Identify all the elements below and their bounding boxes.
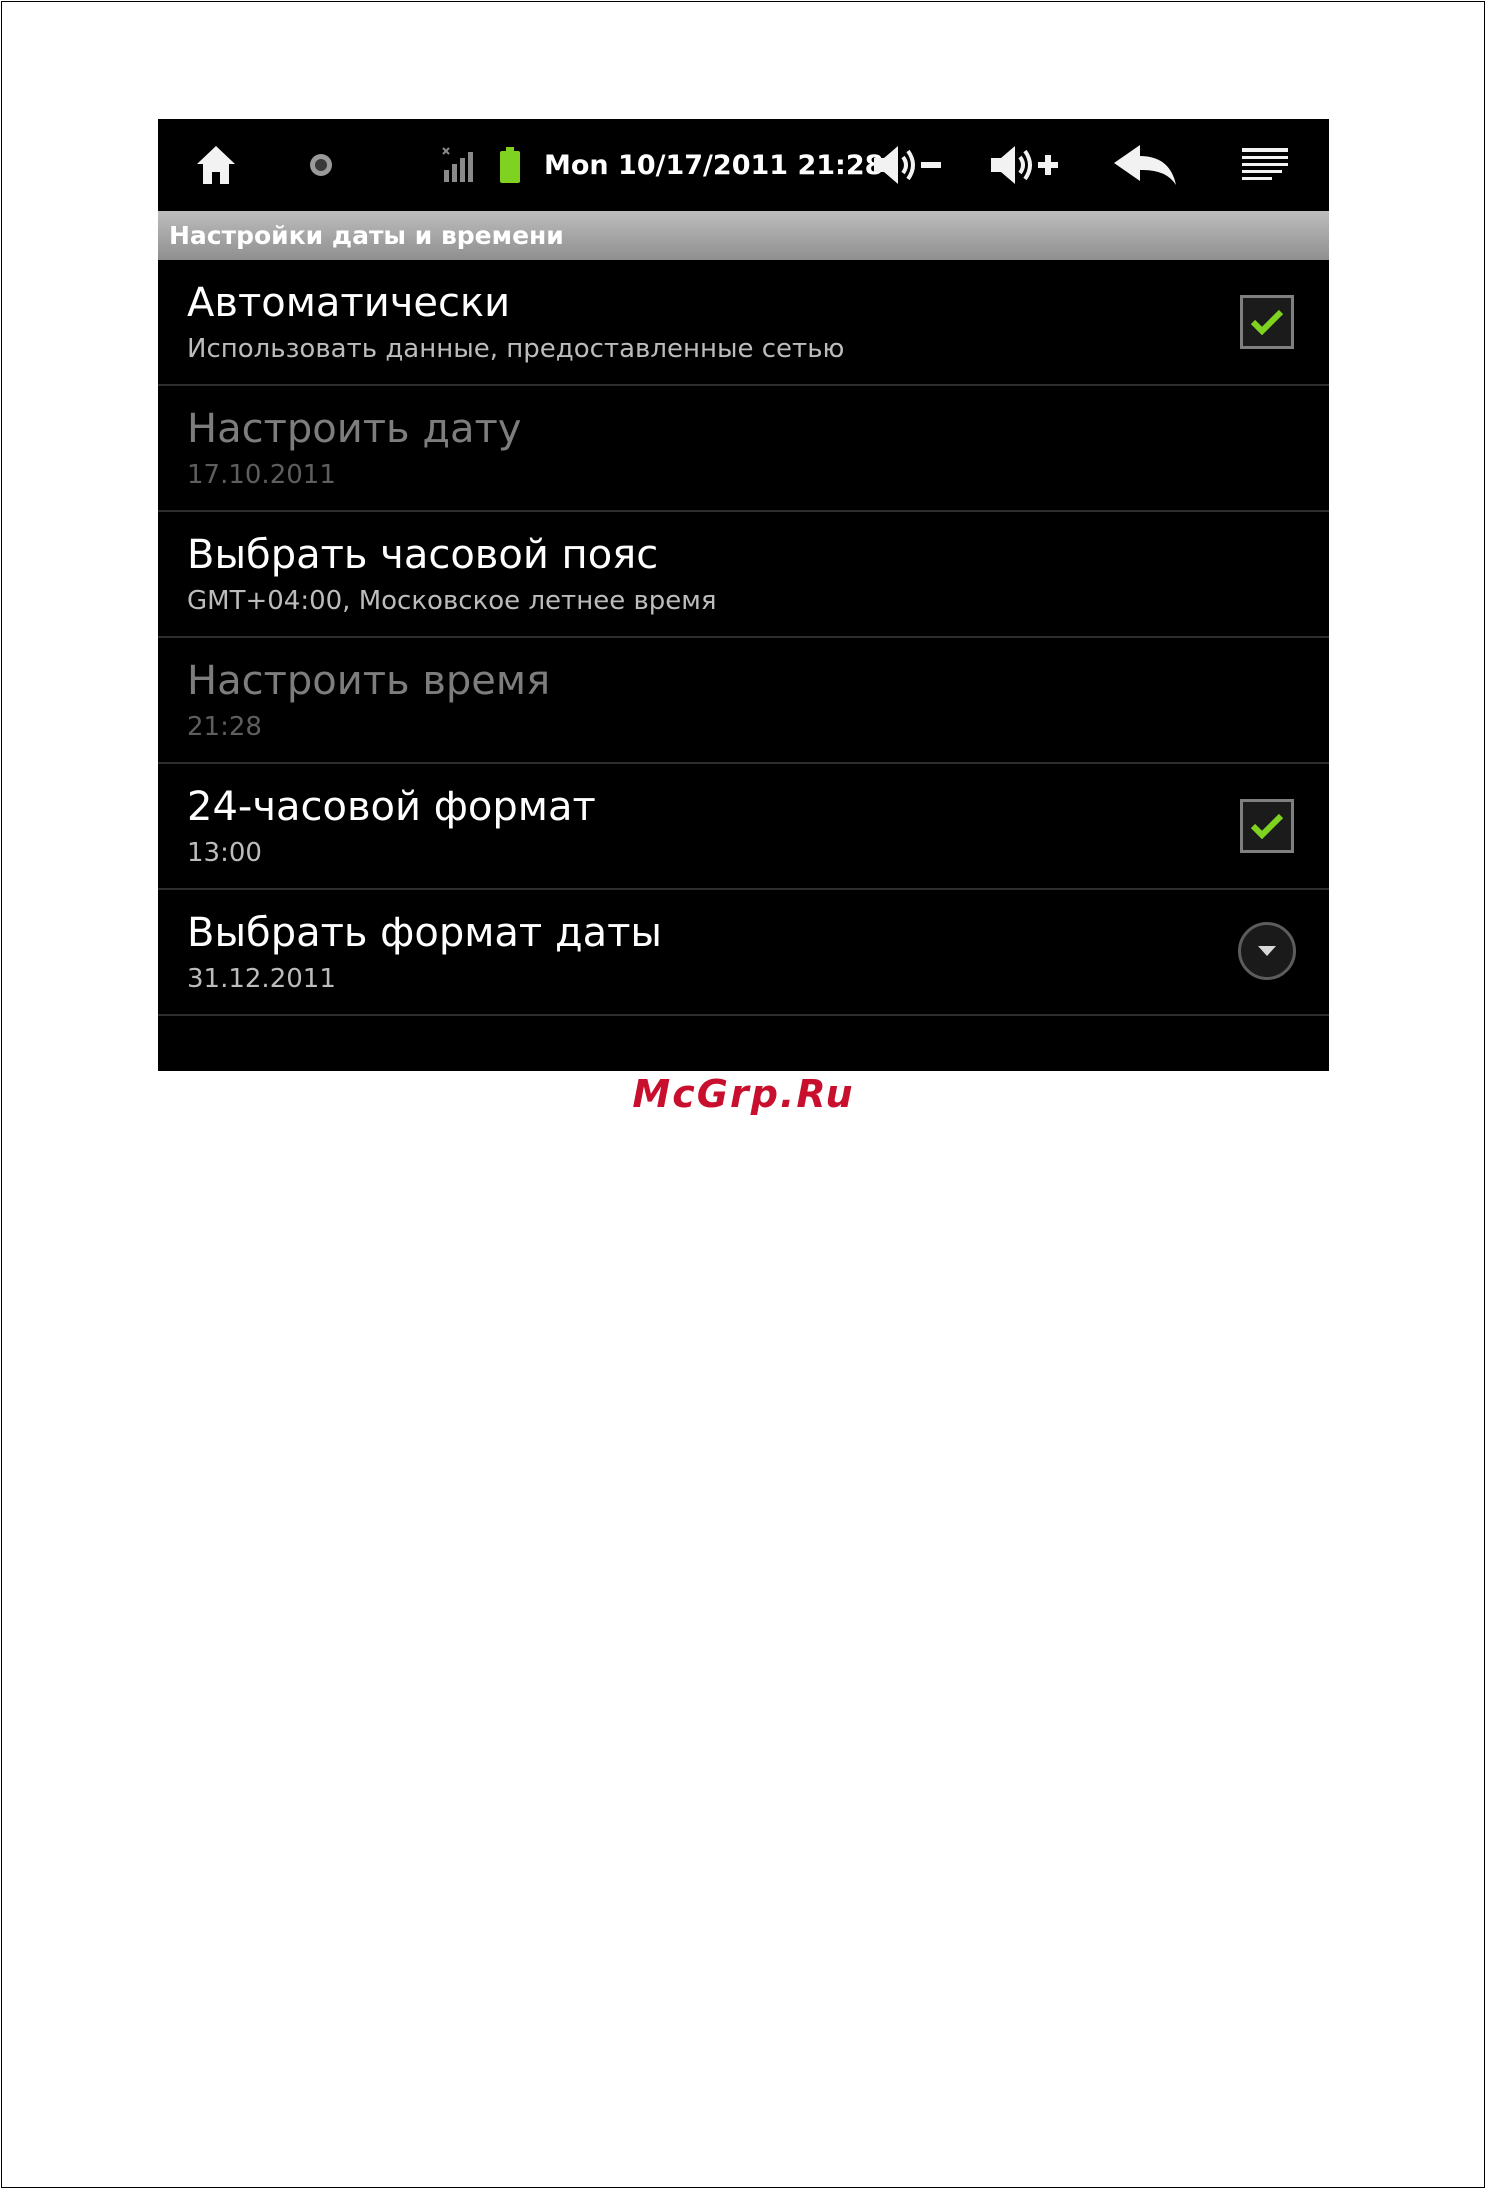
setting-summary: 17.10.2011 — [187, 460, 336, 490]
setting-title: Настроить время — [187, 658, 551, 704]
status-clock: Mon 10/17/2011 21:28 — [544, 149, 884, 181]
section-header: Настройки даты и времени — [158, 211, 1329, 260]
device-screen: Mon 10/17/2011 21:28 Настройки даты и вр… — [158, 119, 1329, 1071]
menu-icon[interactable] — [1240, 119, 1290, 211]
setting-title: Выбрать формат даты — [187, 910, 662, 956]
auto-time-checkbox[interactable] — [1240, 295, 1294, 349]
signal-icon — [441, 119, 477, 211]
volume-up-icon[interactable] — [987, 119, 1061, 211]
notification-dot-icon — [303, 119, 339, 211]
volume-down-icon[interactable] — [870, 119, 944, 211]
date-format-dropdown[interactable] — [1238, 922, 1296, 980]
setting-title: Настроить дату — [187, 406, 522, 452]
battery-icon — [494, 119, 526, 211]
back-icon[interactable] — [1111, 119, 1179, 211]
setting-title: 24-часовой формат — [187, 784, 596, 830]
setting-summary: Использовать данные, предоставленные сет… — [187, 334, 845, 364]
checkmark-icon — [1250, 309, 1284, 336]
setting-auto-time[interactable]: Автоматически Использовать данные, предо… — [158, 260, 1329, 386]
watermark: McGrp.Ru — [632, 1072, 855, 1116]
setting-summary: GMT+04:00, Московское летнее время — [187, 586, 717, 616]
setting-time-zone[interactable]: Выбрать часовой пояс GMT+04:00, Московск… — [158, 512, 1329, 638]
setting-set-date[interactable]: Настроить дату 17.10.2011 — [158, 386, 1329, 512]
24-hour-checkbox[interactable] — [1240, 799, 1294, 853]
home-icon[interactable] — [186, 119, 246, 211]
setting-summary: 13:00 — [187, 838, 262, 868]
setting-title: Автоматически — [187, 280, 511, 326]
setting-summary: 21:28 — [187, 712, 262, 742]
status-bar: Mon 10/17/2011 21:28 — [158, 119, 1329, 211]
setting-24-hour-format[interactable]: 24-часовой формат 13:00 — [158, 764, 1329, 890]
setting-set-time[interactable]: Настроить время 21:28 — [158, 638, 1329, 764]
setting-title: Выбрать часовой пояс — [187, 532, 659, 578]
checkmark-icon — [1250, 813, 1284, 840]
dropdown-arrow-icon — [1258, 946, 1276, 956]
setting-date-format[interactable]: Выбрать формат даты 31.12.2011 — [158, 890, 1329, 1016]
setting-summary: 31.12.2011 — [187, 964, 336, 994]
settings-list: Автоматически Использовать данные, предо… — [158, 260, 1329, 1016]
